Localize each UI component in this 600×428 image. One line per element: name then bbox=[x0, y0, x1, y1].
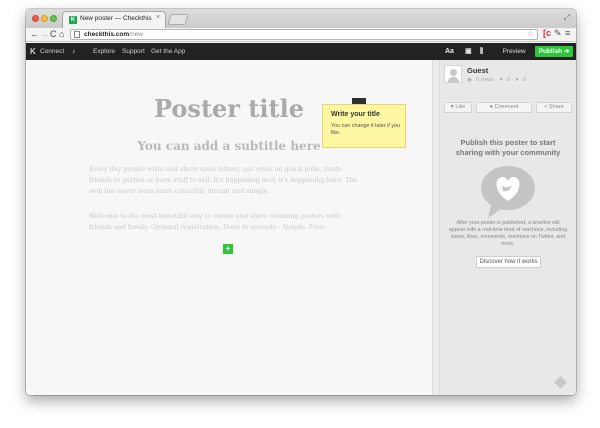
browser-toolbar: ← → C ⌂ checkthis.com/new ☆ [c ✎ ≡ bbox=[26, 28, 576, 42]
sidebar: Guest ◉ 0 views ♥ 0 ● 0 ♥ Like ● Comment < … bbox=[440, 60, 576, 395]
back-arrow-icon[interactable]: ← bbox=[30, 29, 39, 40]
browser-tab[interactable]: K New poster — Checkthis × bbox=[62, 11, 166, 28]
poster-body-paragraph[interactable]: Welcome to the most beautiful way to cre… bbox=[89, 211, 364, 233]
views-count: 0 views bbox=[475, 77, 495, 83]
browser-window: K New poster — Checkthis × ⤢ ← → C ⌂ che… bbox=[26, 9, 576, 395]
title-hint-tooltip: Write your title You can change it later… bbox=[322, 104, 406, 148]
publish-button[interactable]: Publish ➔ bbox=[535, 46, 573, 57]
eye-icon: ◉ bbox=[467, 77, 472, 83]
connect-link[interactable]: Connect bbox=[40, 43, 64, 60]
checkthis-logo-icon[interactable]: K bbox=[30, 43, 36, 60]
window-minimize-button[interactable] bbox=[41, 15, 48, 22]
panel-divider[interactable] bbox=[432, 60, 440, 395]
app-navbar: K Connect ♪ Explore Support Get the App … bbox=[26, 43, 576, 60]
user-name: Guest bbox=[467, 66, 489, 75]
image-tool-icon[interactable]: ▣ bbox=[465, 43, 472, 60]
tooltip-title: Write your title bbox=[331, 111, 380, 118]
poster-stats: ◉ 0 views ♥ 0 ● 0 bbox=[467, 77, 530, 83]
address-bar[interactable]: checkthis.com/new ☆ bbox=[70, 29, 538, 40]
new-tab-button[interactable] bbox=[167, 14, 189, 25]
bell-icon[interactable]: ♪ bbox=[72, 43, 76, 60]
wrench-icon[interactable]: ✎ bbox=[554, 28, 562, 39]
avatar bbox=[444, 65, 462, 83]
action-row: ♥ Like ● Comment < Share bbox=[440, 100, 576, 115]
preview-button[interactable]: Preview bbox=[497, 46, 531, 57]
share-button[interactable]: < Share bbox=[536, 102, 572, 113]
extension-icon[interactable]: [c bbox=[543, 28, 551, 38]
poster-body-paragraph[interactable]: Every day people write and share open le… bbox=[89, 164, 364, 197]
like-button[interactable]: ♥ Like bbox=[444, 102, 472, 113]
poster-canvas: Poster title You can add a subtitle here… bbox=[26, 60, 432, 395]
comments-count: 0 bbox=[522, 77, 526, 83]
tab-close-icon[interactable]: × bbox=[156, 14, 160, 21]
home-icon[interactable]: ⌂ bbox=[59, 29, 64, 40]
publish-description: After your poster is published, a timeli… bbox=[448, 220, 568, 247]
heart-icon: ♥ bbox=[499, 77, 503, 83]
page-icon bbox=[74, 31, 80, 38]
diamond-icon[interactable] bbox=[554, 376, 567, 389]
get-the-app-link[interactable]: Get the App bbox=[151, 43, 185, 60]
layout-tool-icon[interactable]: ⫼ bbox=[480, 43, 483, 60]
tab-strip: K New poster — Checkthis × ⤢ bbox=[26, 9, 576, 28]
likes-count: 0 bbox=[506, 77, 511, 83]
bookmark-star-icon[interactable]: ☆ bbox=[527, 29, 534, 38]
window-close-button[interactable] bbox=[32, 15, 39, 22]
window-maximize-button[interactable] bbox=[50, 15, 57, 22]
comment-button[interactable]: ● Comment bbox=[476, 102, 532, 113]
explore-link[interactable]: Explore bbox=[93, 43, 115, 60]
tab-title: New poster — Checkthis bbox=[80, 15, 152, 22]
url-text: checkthis.com/new bbox=[84, 31, 143, 38]
add-block-button[interactable]: + bbox=[223, 244, 233, 254]
checkthis-favicon-icon: K bbox=[69, 16, 77, 24]
forward-arrow-icon[interactable]: → bbox=[40, 29, 49, 40]
reload-icon[interactable]: C bbox=[50, 29, 57, 40]
menu-icon[interactable]: ≡ bbox=[565, 28, 570, 38]
publish-heading: Publish this poster to start sharing wit… bbox=[455, 138, 561, 157]
tooltip-text: You can change it later if you like. bbox=[331, 123, 401, 136]
discover-how-it-works-button[interactable]: Discover how it works bbox=[476, 256, 541, 268]
fullscreen-icon[interactable]: ⤢ bbox=[564, 13, 570, 23]
support-link[interactable]: Support bbox=[122, 43, 145, 60]
heart-speech-bubble-icon bbox=[481, 166, 535, 218]
font-tool-button[interactable]: Aa bbox=[445, 43, 454, 60]
comment-icon: ● bbox=[515, 77, 519, 83]
